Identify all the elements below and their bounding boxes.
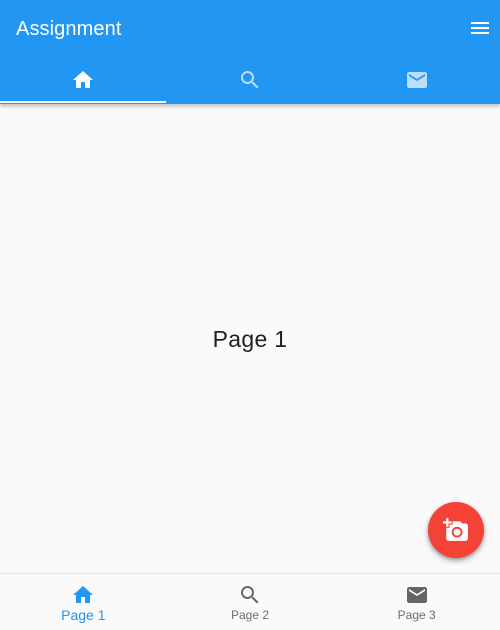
tab-search[interactable]: [167, 56, 334, 104]
app-title: Assignment: [16, 18, 122, 40]
add-a-photo-icon: [443, 518, 468, 541]
home-icon: [73, 71, 94, 88]
search-icon: [238, 583, 262, 607]
mail-icon: [406, 72, 427, 88]
app-bar: Assignment: [0, 0, 500, 104]
tab-mail[interactable]: [333, 56, 500, 104]
bottom-nav-item-page-1[interactable]: Page 1: [0, 574, 167, 630]
menu-icon: [471, 22, 489, 34]
add-photo-fab[interactable]: [428, 502, 484, 558]
tab-bar: [0, 56, 500, 104]
bottom-nav-label: Page 3: [397, 608, 436, 622]
page-heading: Page 1: [212, 326, 288, 352]
menu-button[interactable]: [468, 16, 492, 40]
bottom-navigation: Page 1 Page 2 Page 3: [0, 573, 500, 630]
app-root: Assignment Page 1 Page 1 Page 2 Page 3: [0, 0, 500, 630]
bottom-nav-label: Page 2: [230, 608, 270, 622]
tab-home[interactable]: [0, 56, 167, 104]
mail-icon: [405, 583, 429, 607]
page-content: Page 1: [0, 104, 500, 573]
search-icon: [241, 71, 259, 89]
home-icon: [71, 583, 95, 607]
bottom-nav-label: Page 1: [61, 607, 106, 623]
tab-indicator: [0, 101, 166, 103]
bottom-nav-item-page-2[interactable]: Page 2: [167, 574, 334, 630]
bottom-nav-item-page-3[interactable]: Page 3: [333, 574, 500, 630]
